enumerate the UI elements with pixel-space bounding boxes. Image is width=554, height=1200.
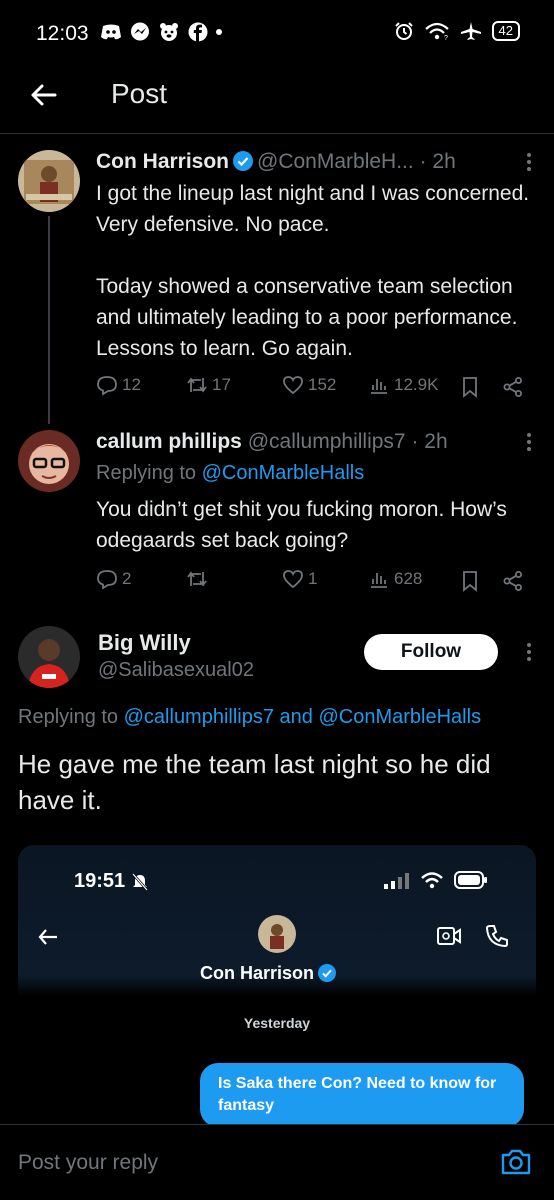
post-text: He gave me the team last night so he did… — [18, 749, 491, 815]
share-icon[interactable] — [502, 376, 524, 398]
attached-image[interactable]: 19:51 Con Harrison Yesterday Is Saka the… — [18, 845, 536, 1135]
verified-badge-icon — [318, 964, 337, 982]
wifi-icon — [421, 872, 443, 889]
bookmark-icon[interactable] — [460, 376, 480, 398]
bear-icon — [160, 23, 178, 41]
verified-badge-icon — [233, 151, 254, 171]
status-bar: 12:03 ? 42 — [0, 0, 554, 68]
author-handle[interactable]: @ConMarbleH... — [257, 150, 414, 173]
mention-link[interactable]: @callumphillips7 — [124, 706, 274, 728]
reply-icon — [97, 376, 117, 396]
avatar[interactable] — [18, 430, 80, 492]
mention-link[interactable]: @ConMarbleHalls — [318, 706, 481, 728]
author-handle[interactable]: @Salibasexual02 — [98, 659, 254, 682]
repost-count: 17 — [212, 375, 231, 394]
bookmark-icon[interactable] — [460, 570, 480, 592]
reply-icon — [97, 570, 117, 590]
reply-count: 2 — [122, 569, 132, 588]
replying-to-line: Replying to @ConMarbleHalls — [96, 462, 365, 484]
page-title: Post — [111, 78, 168, 109]
share-icon[interactable] — [502, 570, 524, 592]
reply-input[interactable]: Post your reply — [18, 1151, 158, 1175]
main-post-avatar[interactable] — [18, 626, 80, 688]
more-options-icon[interactable] — [526, 432, 532, 452]
view-count: 12.9K — [394, 375, 439, 394]
heart-icon — [283, 570, 303, 589]
date-separator: Yesterday — [243, 1015, 311, 1031]
messenger-icon — [131, 22, 149, 41]
parent-post[interactable]: Con Harrison @ConMarbleH... · 2h I got th… — [0, 134, 554, 424]
more-options-icon[interactable] — [526, 152, 532, 172]
status-time: 12:03 — [36, 22, 89, 45]
arrow-left-icon[interactable] — [28, 80, 58, 110]
view-count: 628 — [394, 569, 423, 588]
views-icon — [371, 379, 387, 394]
system-icons: ? 42 — [394, 21, 520, 41]
views-icon — [371, 573, 387, 588]
action-bar: 2 1 628 — [96, 568, 536, 594]
contact-name: Con Harrison — [200, 963, 340, 984]
contact-avatar — [258, 915, 296, 953]
post-time: · 2h — [419, 150, 456, 173]
embedded-time: 19:51 — [74, 870, 126, 892]
reply-button[interactable]: 2 — [96, 568, 131, 590]
author-name[interactable]: Con Harrison — [96, 150, 229, 173]
reply-count: 12 — [122, 375, 141, 394]
airplane-icon — [460, 22, 481, 40]
action-bar: 12 17 152 12.9K — [96, 374, 536, 400]
camera-icon[interactable] — [500, 1147, 532, 1177]
repost-icon — [187, 377, 207, 393]
notification-icons — [100, 22, 222, 42]
reply-button[interactable]: 12 — [96, 374, 141, 396]
views-button[interactable]: 628 — [368, 568, 422, 590]
arrow-left-icon — [38, 929, 57, 945]
svg-text:?: ? — [444, 35, 448, 41]
alarm-icon — [394, 22, 413, 40]
top-app-bar: Post — [0, 68, 554, 134]
replying-to-line: Replying to @callumphillips7 and @ConMar… — [18, 706, 482, 728]
heart-icon — [283, 376, 303, 395]
post-time: · 2h — [411, 430, 448, 453]
reply-post[interactable]: callum phillips @callumphillips7 · 2h Re… — [0, 424, 554, 624]
battery-icon: 42 — [491, 21, 520, 41]
more-notifications-dot — [216, 29, 222, 35]
avatar[interactable] — [18, 150, 80, 212]
author-name[interactable]: Big Willy — [98, 630, 191, 656]
message-bubble: Is Saka there Con? Need to know for fant… — [200, 1063, 524, 1127]
phone-icon — [485, 925, 508, 948]
video-call-icon — [437, 927, 461, 945]
post-text: You didn’t get shit you fucking moron. H… — [96, 498, 507, 552]
mention-link[interactable]: @ConMarbleHalls — [202, 462, 365, 484]
repost-button[interactable] — [186, 568, 212, 590]
author-handle[interactable]: @callumphillips7 — [248, 430, 406, 453]
post-text: I got the lineup last night and I was co… — [96, 182, 530, 360]
like-button[interactable]: 1 — [282, 568, 317, 590]
thread-connector — [48, 216, 50, 424]
silent-bell-icon — [132, 873, 148, 891]
like-count: 1 — [308, 569, 318, 588]
repost-button[interactable]: 17 — [186, 374, 231, 396]
like-button[interactable]: 152 — [282, 374, 336, 396]
discord-icon — [101, 24, 121, 40]
signal-icon — [384, 873, 409, 889]
follow-button[interactable]: Follow — [364, 634, 498, 670]
facebook-icon — [188, 22, 208, 42]
more-options-icon[interactable] — [526, 642, 532, 662]
battery-icon — [454, 871, 487, 889]
reply-composer: Post your reply — [0, 1124, 554, 1200]
author-name[interactable]: callum phillips — [96, 430, 242, 453]
like-count: 152 — [308, 375, 337, 394]
views-button[interactable]: 12.9K — [368, 374, 438, 396]
repost-icon — [187, 571, 207, 587]
wifi-icon: ? — [424, 22, 449, 41]
